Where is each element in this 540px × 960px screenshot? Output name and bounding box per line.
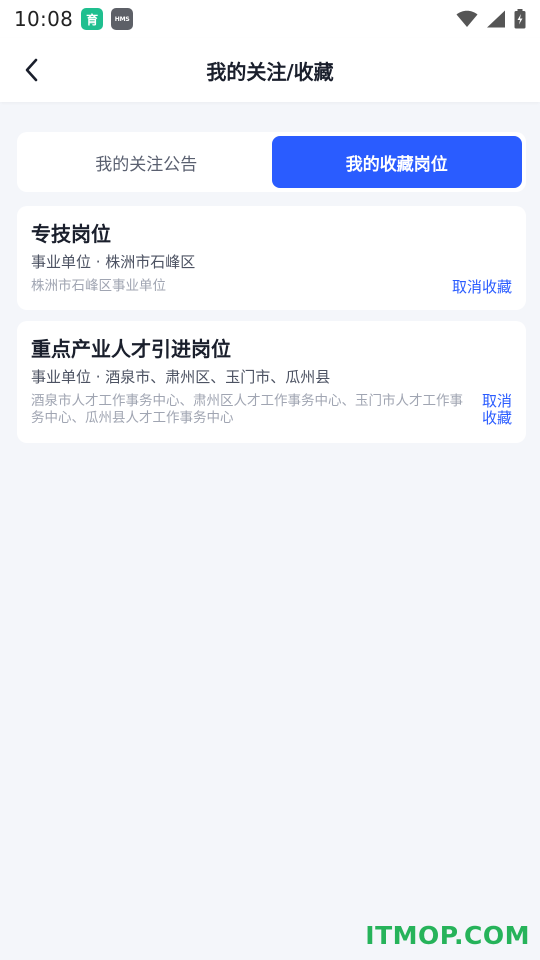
status-time: 10:08 [14,7,74,31]
status-icons [456,9,526,29]
position-title: 重点产业人才引进岗位 [31,337,231,361]
tab-favorite-positions[interactable]: 我的收藏岗位 [271,136,522,188]
watermark-text: ITMOP.COM [365,921,530,950]
position-meta: 事业单位 · 酒泉市、肃州区、玉门市、瓜州县 [31,368,331,386]
status-bar: 10:08 育 HMS [0,0,540,38]
favorite-position-card[interactable]: 专技岗位 事业单位 · 株洲市石峰区 株洲市石峰区事业单位 取消收藏 [17,206,526,310]
position-organization: 株洲市石峰区事业单位 [31,278,166,294]
tab-bar: 我的关注公告 我的收藏岗位 [17,132,526,192]
app-notification-icon: 育 [81,8,104,30]
nav-bar: 我的关注/收藏 [0,38,540,102]
hms-notification-icon: HMS [111,8,134,30]
battery-charging-icon [514,9,526,29]
wifi-icon [456,10,478,27]
signal-icon [487,10,505,28]
chevron-left-icon [25,58,38,82]
page-title: 我的关注/收藏 [206,59,334,84]
back-button[interactable] [14,52,50,88]
position-organization: 酒泉市人才工作事务中心、肃州区人才工作事务中心、玉门市人才工作事务中心、瓜州县人… [31,393,463,426]
cancel-favorite-button[interactable]: 取消收藏 [472,393,512,427]
favorite-position-card[interactable]: 重点产业人才引进岗位 事业单位 · 酒泉市、肃州区、玉门市、瓜州县 酒泉市人才工… [17,321,526,443]
tab-followed-notices[interactable]: 我的关注公告 [21,136,272,188]
position-title: 专技岗位 [31,222,111,246]
position-meta: 事业单位 · 株洲市石峰区 [31,253,196,271]
cancel-favorite-button[interactable]: 取消收藏 [452,279,512,296]
